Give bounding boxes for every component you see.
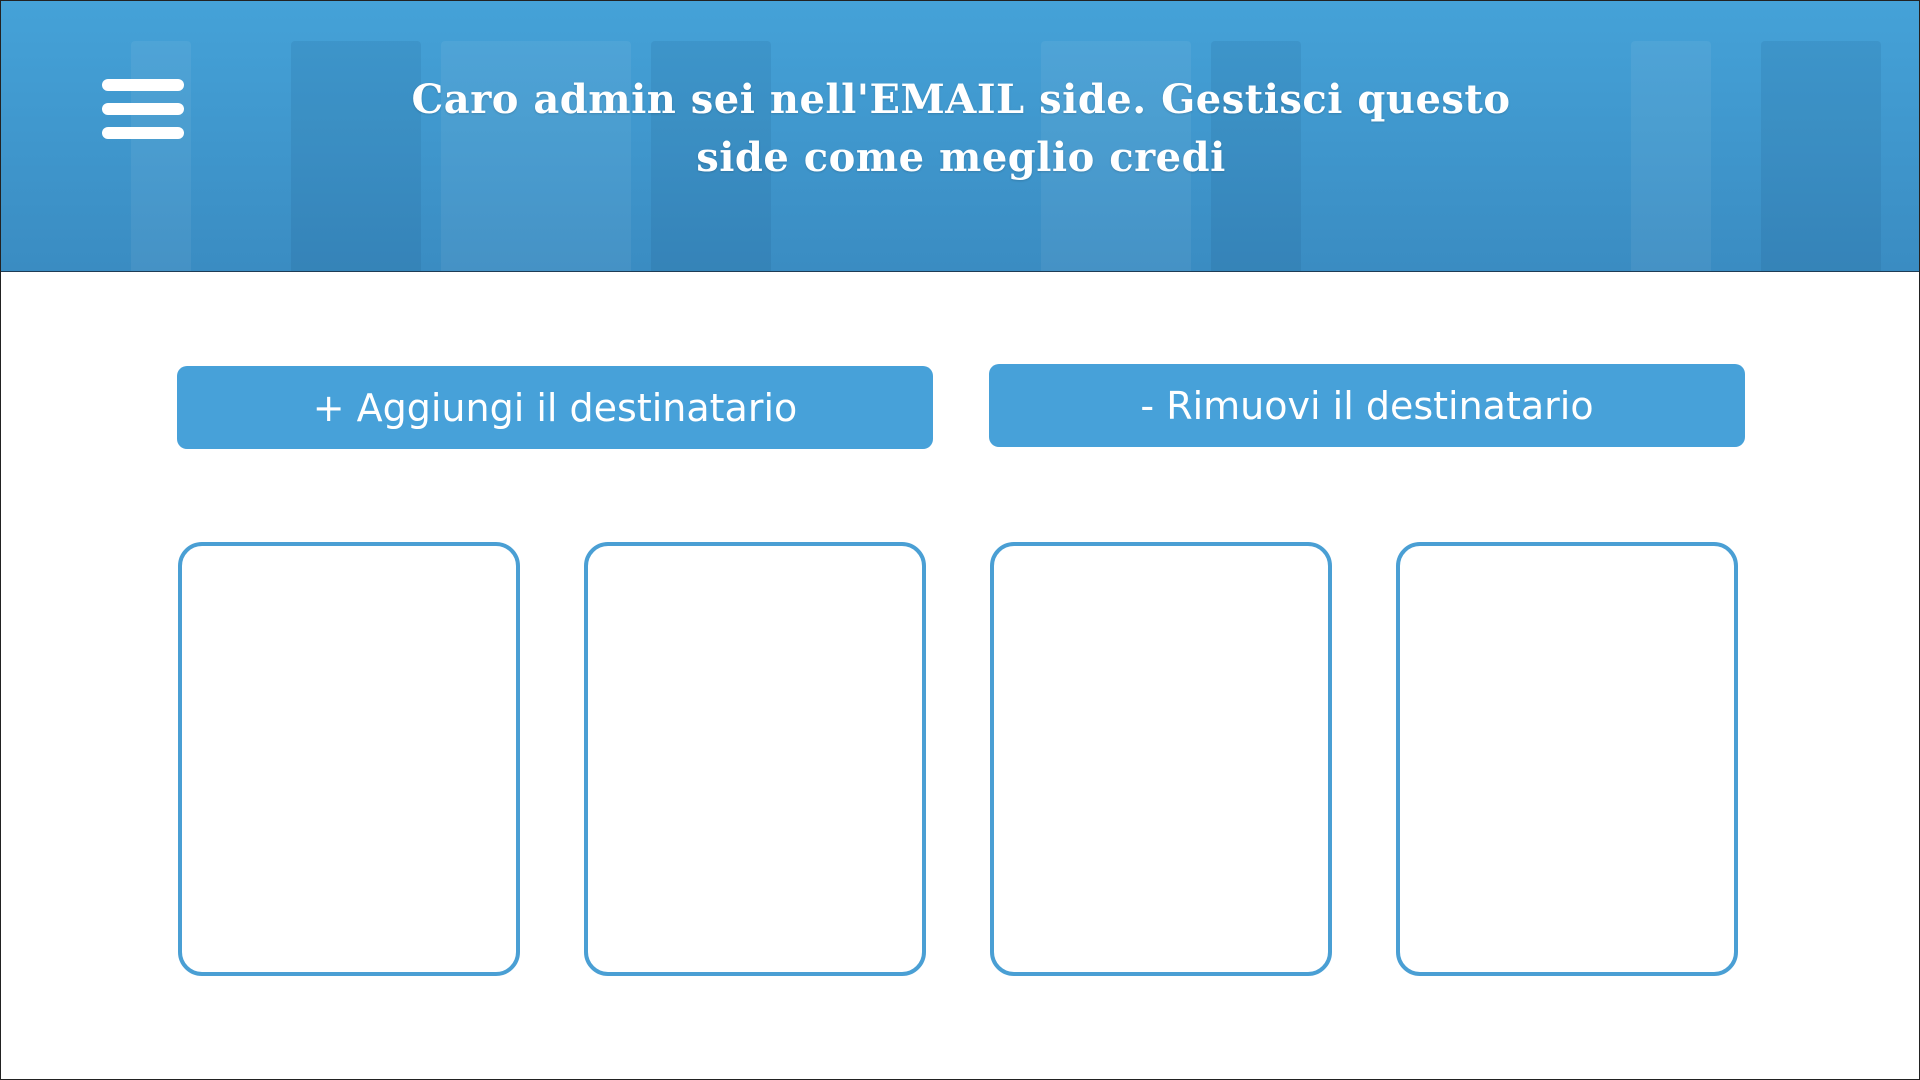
- admin-email-page: Caro admin sei nell'EMAIL side. Gestisci…: [0, 0, 1920, 1080]
- remove-recipient-button[interactable]: - Rimuovi il destinatario: [989, 364, 1745, 447]
- hamburger-menu-icon[interactable]: [102, 79, 184, 139]
- background-decoration: [131, 41, 191, 271]
- menu-bar: [102, 79, 184, 91]
- menu-bar: [102, 103, 184, 115]
- recipient-card[interactable]: [584, 542, 926, 976]
- background-decoration: [1631, 41, 1711, 271]
- page-title: Caro admin sei nell'EMAIL side. Gestisci…: [411, 76, 1511, 181]
- background-decoration: [1761, 41, 1881, 271]
- recipient-card[interactable]: [990, 542, 1332, 976]
- menu-bar: [102, 127, 184, 139]
- add-recipient-button[interactable]: + Aggiungi il destinatario: [177, 366, 933, 449]
- recipient-card[interactable]: [178, 542, 520, 976]
- recipient-card[interactable]: [1396, 542, 1738, 976]
- header-banner: Caro admin sei nell'EMAIL side. Gestisci…: [1, 1, 1919, 272]
